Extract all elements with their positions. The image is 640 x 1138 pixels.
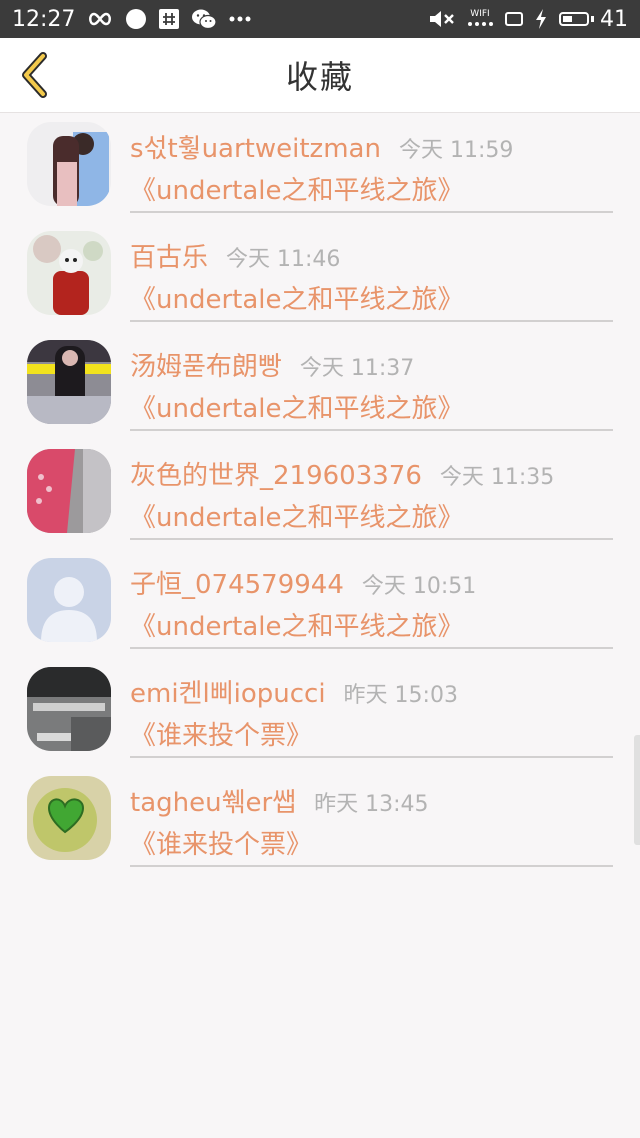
work-title[interactable]: 《undertale之和平线之旅》	[130, 497, 464, 534]
divider	[130, 211, 613, 213]
charging-icon	[535, 9, 547, 29]
mute-icon	[429, 9, 455, 29]
user-name[interactable]: tagheu쒞er쌥	[130, 782, 296, 819]
list-item[interactable]: 百古乐 今天 11:46 《undertale之和平线之旅》	[0, 221, 640, 330]
avatar[interactable]	[27, 122, 111, 206]
list-item[interactable]: 子恒_074579944 今天 10:51 《undertale之和平线之旅》	[0, 548, 640, 657]
timestamp: 昨天 15:03	[343, 683, 458, 708]
list-item[interactable]: 灰色的世界_219603376 今天 11:35 《undertale之和平线之…	[0, 439, 640, 548]
user-name[interactable]: emi켄l삐iopucci	[130, 673, 326, 710]
timestamp: 今天 10:51	[361, 574, 477, 599]
list-item[interactable]: 汤姆푿布朗빵 今天 11:37 《undertale之和平线之旅》	[0, 330, 640, 439]
avatar[interactable]	[27, 340, 111, 424]
back-button[interactable]	[14, 50, 54, 100]
work-title[interactable]: 《undertale之和平线之旅》	[130, 606, 464, 643]
title-bar: 收藏	[0, 38, 640, 113]
work-title[interactable]: 《谁来投个票》	[130, 715, 312, 752]
wifi-icon: WIFI	[467, 9, 493, 29]
user-name[interactable]: s섟t훻uartweitzman	[130, 128, 381, 165]
avatar[interactable]	[27, 776, 111, 860]
battery-percent: 41	[600, 6, 628, 32]
user-name[interactable]: 子恒_074579944	[130, 564, 344, 601]
list-item[interactable]: s섟t훻uartweitzman 今天 11:59 《undertale之和平线…	[0, 112, 640, 221]
avatar[interactable]	[27, 449, 111, 533]
timestamp: 今天 11:37	[299, 356, 415, 381]
list-item[interactable]: emi켄l삐iopucci 昨天 15:03 《谁来投个票》	[0, 657, 640, 766]
more-dots-icon	[229, 16, 251, 22]
timestamp: 今天 11:46	[226, 247, 341, 272]
work-title[interactable]: 《undertale之和平线之旅》	[130, 279, 464, 316]
divider	[130, 429, 613, 431]
page-title: 收藏	[285, 58, 354, 96]
timestamp: 今天 11:59	[398, 138, 514, 163]
work-title[interactable]: 《undertale之和平线之旅》	[130, 170, 464, 207]
timestamp: 今天 11:35	[439, 465, 555, 490]
user-name[interactable]: 灰色的世界_219603376	[130, 455, 422, 492]
screen-icon	[505, 12, 523, 26]
favorites-list: s섟t훻uartweitzman 今天 11:59 《undertale之和平线…	[0, 112, 640, 875]
timestamp: 昨天 13:45	[314, 792, 429, 817]
avatar[interactable]	[27, 667, 111, 751]
user-name[interactable]: 百古乐	[130, 237, 208, 274]
list-item[interactable]: tagheu쒞er쌥 昨天 13:45 《谁来投个票》	[0, 766, 640, 875]
divider	[130, 865, 613, 867]
infinity-icon	[87, 12, 113, 26]
hash-icon	[159, 9, 180, 29]
scrollbar-handle[interactable]	[634, 735, 640, 845]
divider	[130, 756, 613, 758]
user-name[interactable]: 汤姆푿布朗빵	[130, 346, 282, 383]
avatar[interactable]	[27, 231, 111, 315]
battery-fill	[563, 16, 572, 22]
battery-icon: 41	[559, 7, 628, 32]
work-title[interactable]: 《undertale之和平线之旅》	[130, 388, 464, 425]
divider	[130, 647, 613, 649]
avatar[interactable]	[27, 558, 111, 642]
divider	[130, 538, 613, 540]
back-chevron-icon	[22, 52, 47, 98]
status-bar: 12:27 WIFI 41	[0, 0, 640, 38]
chat-bubble-icon	[125, 8, 147, 30]
wechat-icon	[191, 8, 218, 30]
status-time: 12:27	[12, 6, 76, 32]
work-title[interactable]: 《谁来投个票》	[130, 824, 312, 861]
divider	[130, 320, 613, 322]
